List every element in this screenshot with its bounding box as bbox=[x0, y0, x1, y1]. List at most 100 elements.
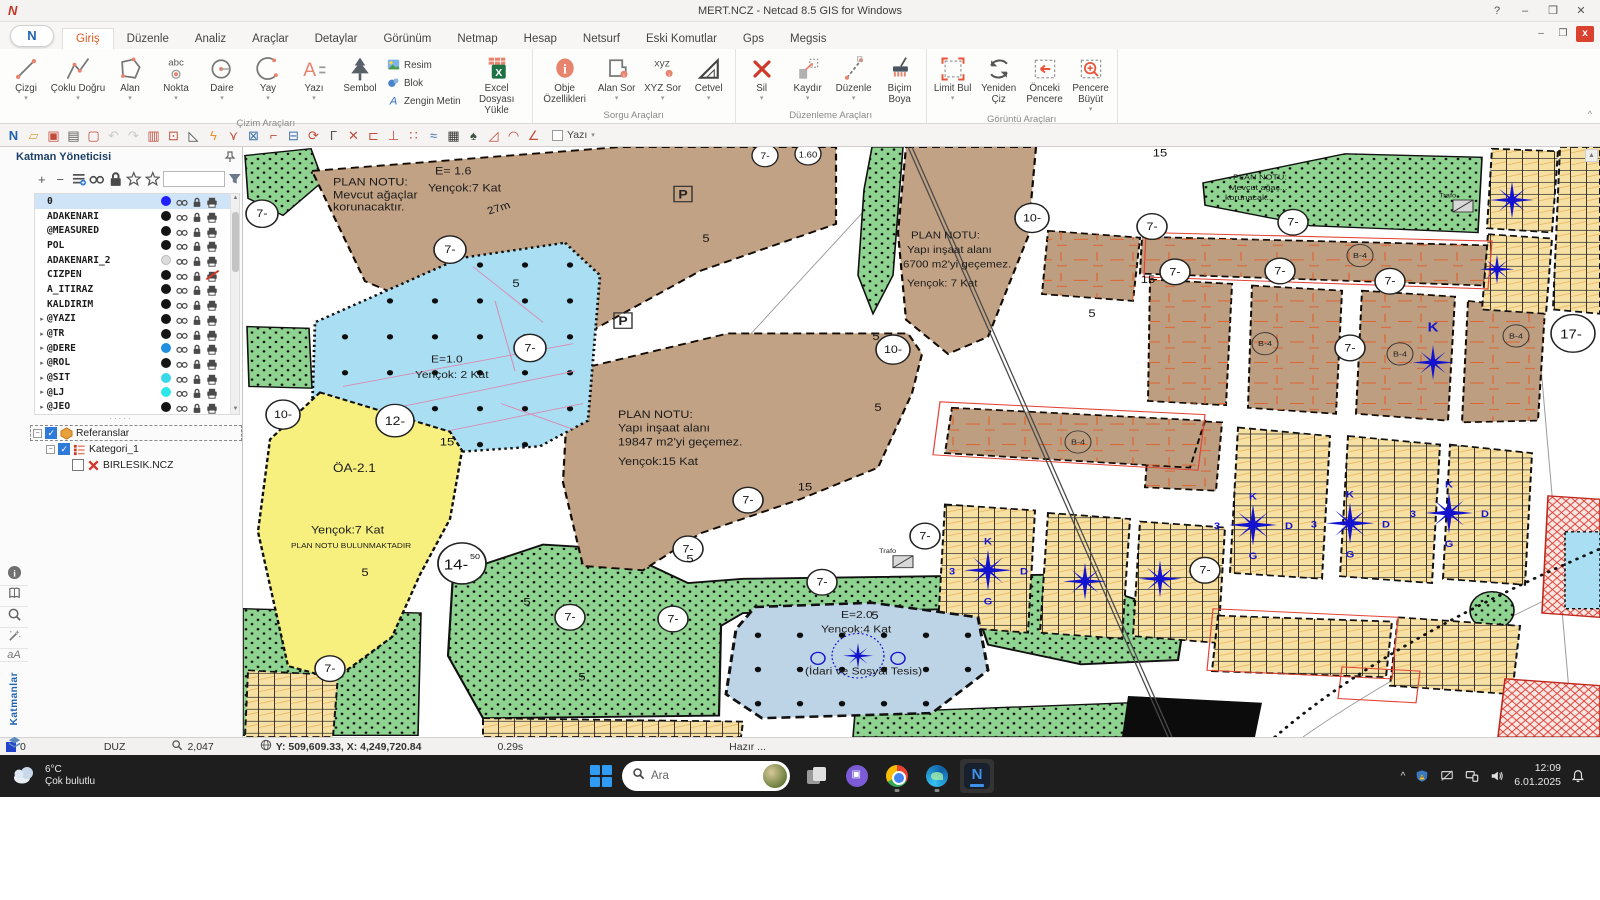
layer-color-dot[interactable] bbox=[161, 284, 171, 294]
search-highlight-thumbnail[interactable] bbox=[763, 764, 787, 788]
expand-icon[interactable]: ▸ bbox=[37, 330, 47, 338]
wand-tab[interactable] bbox=[0, 628, 28, 649]
printer-disabled-icon[interactable] bbox=[206, 269, 219, 281]
zoning-map[interactable]: KD3G KD3G KD3G KD3G K 7- 7- 7- 10- 12- 7… bbox=[243, 147, 1600, 737]
layer-color-dot[interactable] bbox=[161, 329, 171, 339]
scroll-up-icon[interactable]: ▲ bbox=[231, 194, 240, 203]
printer-icon[interactable] bbox=[206, 313, 219, 325]
zengin-metin-button[interactable]: AZengin Metin bbox=[387, 94, 461, 110]
visibility-icon[interactable] bbox=[176, 357, 189, 369]
printer-icon[interactable] bbox=[206, 328, 219, 340]
layer-color-dot[interactable] bbox=[161, 402, 171, 412]
start-button[interactable] bbox=[590, 765, 612, 787]
collapse-icon[interactable]: − bbox=[46, 445, 55, 454]
file-explorer-icon[interactable] bbox=[800, 759, 834, 793]
tab-giris[interactable]: Giriş bbox=[62, 28, 114, 49]
app-menu-button[interactable]: N bbox=[10, 25, 54, 47]
lock-icon[interactable] bbox=[191, 298, 204, 310]
scroll-thumb[interactable] bbox=[232, 212, 239, 272]
ribbon-collapse-button[interactable]: ^ bbox=[1588, 109, 1592, 119]
layer-row[interactable]: ▸@JEO bbox=[35, 400, 239, 415]
pencere-buyut-button[interactable]: Pencere Büyüt▾ bbox=[1068, 51, 1114, 113]
kaydir-button[interactable]: Kaydır▾ bbox=[785, 51, 831, 109]
expand-icon[interactable]: ▸ bbox=[37, 344, 47, 352]
layer-row[interactable]: ▸@LJ bbox=[35, 385, 239, 400]
black-zone[interactable] bbox=[1122, 696, 1262, 737]
xyz-sor-button[interactable]: xyziXYZ Sor▾ bbox=[640, 51, 686, 109]
lock-icon[interactable] bbox=[191, 357, 204, 369]
layer-row[interactable]: ADAKENARI_2 bbox=[35, 253, 239, 268]
lock-icon[interactable] bbox=[191, 283, 204, 295]
tray-expand-icon[interactable]: ^ bbox=[1401, 771, 1406, 782]
map-canvas[interactable]: KD3G KD3G KD3G KD3G K 7- 7- 7- 10- 12- 7… bbox=[243, 147, 1600, 737]
printer-icon[interactable] bbox=[206, 342, 219, 354]
maximize-button[interactable]: ❒ bbox=[1540, 2, 1566, 20]
visibility-icon[interactable] bbox=[176, 342, 189, 354]
kategori-checkbox[interactable] bbox=[58, 443, 70, 455]
yazi-checkbox[interactable] bbox=[552, 130, 563, 141]
tab-megsis[interactable]: Megsis bbox=[777, 29, 839, 49]
volume-icon[interactable] bbox=[1489, 768, 1505, 784]
duzenle-button[interactable]: Düzenle▾ bbox=[831, 51, 877, 109]
tab-netmap[interactable]: Netmap bbox=[444, 29, 510, 49]
tab-gps[interactable]: Gps bbox=[730, 29, 777, 49]
visibility-icon[interactable] bbox=[176, 328, 189, 340]
printer-icon[interactable] bbox=[206, 372, 219, 384]
alan-sor-button[interactable]: iAlan Sor▾ bbox=[594, 51, 640, 109]
layer-row[interactable]: ADAKENARI bbox=[35, 209, 239, 224]
printer-icon[interactable] bbox=[206, 386, 219, 398]
display-off-icon[interactable] bbox=[1439, 768, 1455, 784]
layer-row[interactable]: CIZPEN bbox=[35, 267, 239, 282]
tab-eski-komutlar[interactable]: Eski Komutlar bbox=[633, 29, 730, 49]
layer-row[interactable]: 0 bbox=[35, 194, 239, 209]
info-tab[interactable]: i bbox=[0, 565, 28, 586]
layer-row[interactable]: @MEASURED bbox=[35, 223, 239, 238]
tab-detaylar[interactable]: Detaylar bbox=[302, 29, 371, 49]
close-button[interactable]: ✕ bbox=[1568, 2, 1594, 20]
printer-icon[interactable] bbox=[206, 298, 219, 310]
layer-row[interactable]: KALDIRIM bbox=[35, 297, 239, 312]
clock[interactable]: 12:09 6.01.2025 bbox=[1514, 762, 1561, 789]
yazi-button[interactable]: AYazı▾ bbox=[291, 51, 337, 117]
referanslar-checkbox[interactable] bbox=[45, 427, 57, 439]
document-restore-button[interactable]: ❒ bbox=[1554, 26, 1572, 42]
cizgi-button[interactable]: Çizgi▾ bbox=[3, 51, 49, 117]
reference-category-row[interactable]: − Kategori_1 bbox=[30, 441, 242, 457]
collapse-icon[interactable]: − bbox=[33, 429, 42, 438]
map-scroll-up-button[interactable]: ▲ bbox=[1585, 149, 1598, 162]
lock-icon[interactable] bbox=[191, 239, 204, 251]
layer-color-dot[interactable] bbox=[161, 299, 171, 309]
lock-icon[interactable] bbox=[191, 210, 204, 222]
resim-button[interactable]: Resim bbox=[387, 58, 461, 74]
layer-row[interactable]: ▸@TR bbox=[35, 326, 239, 341]
printer-icon[interactable] bbox=[206, 225, 219, 237]
layer-row[interactable]: POL bbox=[35, 238, 239, 253]
mode-indicator[interactable]: DUZ bbox=[96, 741, 134, 753]
layer-color-dot[interactable] bbox=[161, 343, 171, 353]
printer-icon[interactable] bbox=[206, 195, 219, 207]
expand-icon[interactable]: ▸ bbox=[37, 374, 47, 382]
lock-all-button[interactable] bbox=[108, 171, 123, 187]
favorite-button[interactable] bbox=[126, 171, 141, 187]
visibility-icon[interactable] bbox=[176, 298, 189, 310]
tab-gorunum[interactable]: Görünüm bbox=[370, 29, 444, 49]
sembol-button[interactable]: Sembol bbox=[337, 51, 383, 117]
layer-color-dot[interactable] bbox=[161, 270, 171, 280]
sil-button[interactable]: Sil▾ bbox=[739, 51, 785, 109]
visibility-icon[interactable] bbox=[176, 254, 189, 266]
layer-row[interactable]: ▸@DERE bbox=[35, 341, 239, 356]
panel-splitter[interactable]: ····· bbox=[0, 415, 242, 425]
notification-bell-icon[interactable] bbox=[1570, 768, 1586, 784]
lock-icon[interactable] bbox=[191, 372, 204, 384]
yeniden-ciz-button[interactable]: Yeniden Çiz bbox=[976, 51, 1022, 113]
reference-file-row[interactable]: BIRLESIK.NCZ bbox=[30, 457, 242, 473]
tab-netsurf[interactable]: Netsurf bbox=[570, 29, 633, 49]
lock-icon[interactable] bbox=[191, 328, 204, 340]
visibility-icon[interactable] bbox=[176, 401, 189, 413]
visibility-icon[interactable] bbox=[176, 195, 189, 207]
bicim-boya-button[interactable]: Biçim Boya bbox=[877, 51, 923, 109]
layer-group-button[interactable] bbox=[71, 171, 86, 187]
taskbar-search[interactable]: Ara bbox=[622, 761, 790, 791]
visibility-icon[interactable] bbox=[176, 269, 189, 281]
layer-color-dot[interactable] bbox=[161, 226, 171, 236]
